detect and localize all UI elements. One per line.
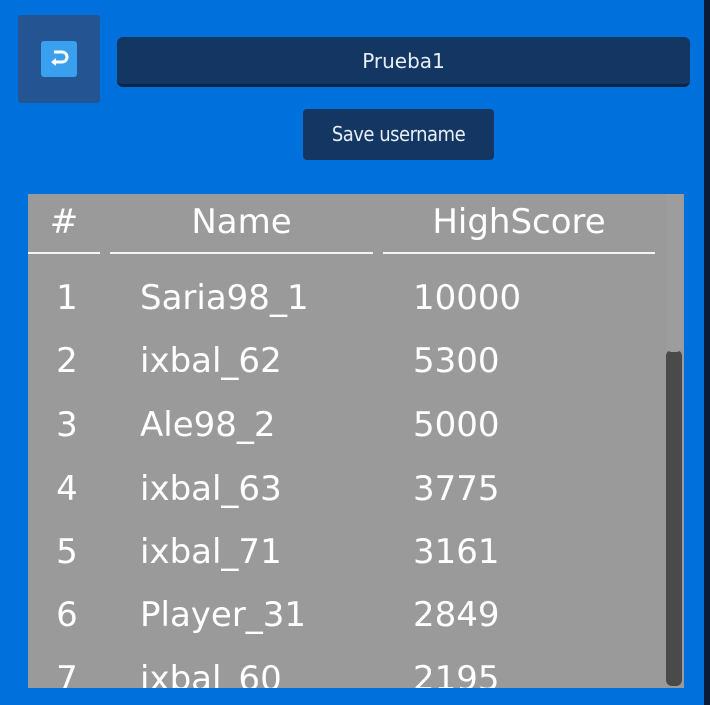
row-score: 5300: [413, 341, 500, 381]
game-screen: Save username # Name HighScore 1 Saria98…: [0, 0, 704, 705]
name-header-label: Name: [191, 202, 292, 242]
back-button[interactable]: [18, 15, 100, 103]
row-name: ixbal_60: [140, 659, 282, 688]
rank-column-header: #: [28, 194, 100, 260]
table-row: 5 ixbal_71 3161: [28, 520, 668, 584]
table-row: 3 Ale98_2 5000: [28, 393, 668, 457]
scrollbar-upper-area: [666, 194, 682, 352]
table-row: 4 ixbal_63 3775: [28, 457, 668, 521]
row-rank: 5: [56, 532, 78, 572]
row-score: 10000: [413, 278, 522, 318]
row-rank: 2: [56, 341, 78, 381]
row-name: ixbal_71: [140, 532, 282, 572]
row-score: 3161: [413, 532, 500, 572]
row-name: Player_31: [140, 595, 307, 635]
save-username-button[interactable]: Save username: [303, 109, 494, 160]
row-rank: 6: [56, 595, 78, 635]
name-column-header: Name: [110, 194, 373, 260]
scrollbar-thumb[interactable]: [666, 350, 682, 686]
row-rank: 4: [56, 469, 78, 509]
row-rank: 1: [56, 278, 78, 318]
row-score: 2849: [413, 595, 500, 635]
row-rank: 7: [56, 659, 78, 688]
row-score: 2195: [413, 659, 500, 688]
table-row: 6 Player_31 2849: [28, 583, 668, 647]
row-name: Ale98_2: [140, 405, 276, 445]
username-input[interactable]: [117, 37, 690, 87]
header-divider: [383, 252, 655, 254]
header-divider: [28, 252, 100, 254]
row-score: 5000: [413, 405, 500, 445]
row-rank: 3: [56, 405, 78, 445]
back-return-icon: [41, 41, 77, 77]
scoreboard-table: # Name HighScore 1 Saria98_1 10000 2 ixb…: [28, 194, 684, 688]
rank-header-label: #: [49, 202, 79, 242]
table-row: 1 Saria98_1 10000: [28, 266, 668, 330]
row-name: ixbal_63: [140, 469, 282, 509]
row-name: Saria98_1: [140, 278, 309, 318]
table-row: 2 ixbal_62 5300: [28, 329, 668, 393]
table-row: 7 ixbal_60 2195: [28, 647, 668, 688]
score-column-header: HighScore: [383, 194, 655, 260]
row-name: ixbal_62: [140, 341, 282, 381]
header-divider: [110, 252, 373, 254]
row-score: 3775: [413, 469, 500, 509]
score-header-label: HighScore: [432, 202, 606, 242]
